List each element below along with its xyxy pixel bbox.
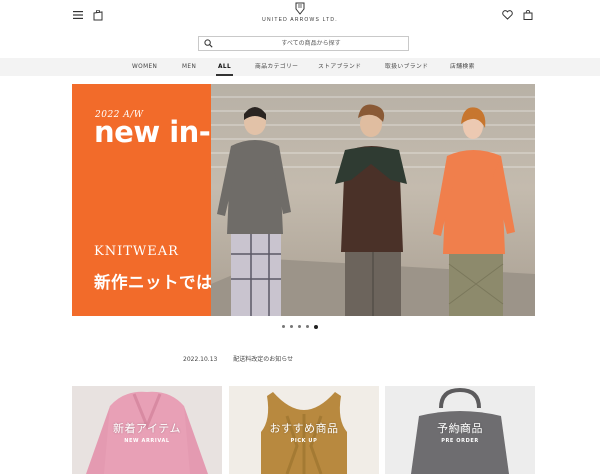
- carousel-dot[interactable]: [290, 325, 293, 328]
- tile-title-jp: おすすめ商品: [269, 422, 339, 435]
- shopping-bag-icon[interactable]: [521, 8, 535, 22]
- tile-label: 新着アイテム NEW ARRIVAL: [72, 420, 222, 444]
- carousel-indicators: [0, 323, 600, 331]
- carousel-dot[interactable]: [298, 325, 301, 328]
- search-bar: [0, 34, 600, 56]
- nav-item-men[interactable]: MEN: [182, 58, 196, 76]
- search-input[interactable]: [217, 37, 405, 50]
- tile-pick-up[interactable]: おすすめ商品 PICK UP: [229, 386, 379, 474]
- hero-text-panel: 2022 A/W new in- KNITWEAR 新作ニットではじめる秋: [72, 84, 281, 316]
- tile-new-arrival[interactable]: 新着アイテム NEW ARRIVAL: [72, 386, 222, 474]
- models-illustration: [211, 104, 535, 316]
- news-date: 2022.10.13: [183, 356, 218, 363]
- tile-label: 予約商品 PRE ORDER: [385, 420, 535, 444]
- nav-item-store-search[interactable]: 店舗検索: [450, 58, 475, 76]
- carousel-dot[interactable]: [282, 325, 285, 328]
- tile-label: おすすめ商品 PICK UP: [229, 420, 379, 444]
- search-box[interactable]: [198, 36, 409, 51]
- tile-title-jp: 新着アイテム: [113, 422, 181, 435]
- tile-pre-order[interactable]: 予約商品 PRE ORDER: [385, 386, 535, 474]
- category-nav: WOMEN MEN ALL 商品カテゴリー ストアブランド 取扱いブランド 店舗…: [0, 58, 600, 76]
- nav-item-women[interactable]: WOMEN: [132, 58, 157, 76]
- feature-tiles: 新着アイテム NEW ARRIVAL おすすめ商品 PICK UP 予約商品 P…: [72, 386, 535, 474]
- hero-banner[interactable]: 2022 A/W new in- KNITWEAR 新作ニットではじめる秋: [72, 84, 535, 316]
- tile-title-en: PICK UP: [290, 438, 318, 444]
- arrow-logo-icon: [295, 2, 305, 15]
- news-title[interactable]: 配送料改定のお知らせ: [233, 356, 293, 363]
- hero-headline: new in-: [94, 115, 211, 149]
- carousel-dot[interactable]: [306, 325, 309, 328]
- nav-item-category[interactable]: 商品カテゴリー: [255, 58, 298, 76]
- news-item[interactable]: 2022.10.13 配送料改定のお知らせ: [183, 354, 293, 363]
- nav-item-brands[interactable]: 取扱いブランド: [385, 58, 428, 76]
- search-icon[interactable]: [204, 39, 213, 48]
- nav-item-all[interactable]: ALL: [216, 58, 234, 76]
- tile-title-en: NEW ARRIVAL: [124, 438, 170, 444]
- site-header: UNITED ARROWS LTD.: [0, 0, 600, 34]
- nav-item-store-brand[interactable]: ストアブランド: [318, 58, 361, 76]
- tile-title-en: PRE ORDER: [441, 438, 479, 444]
- hero-subtitle: KNITWEAR: [94, 244, 179, 259]
- tile-title-jp: 予約商品: [437, 422, 483, 435]
- carousel-dot-active[interactable]: [314, 324, 318, 329]
- hero-photo: [211, 84, 535, 316]
- heart-icon[interactable]: [500, 8, 514, 22]
